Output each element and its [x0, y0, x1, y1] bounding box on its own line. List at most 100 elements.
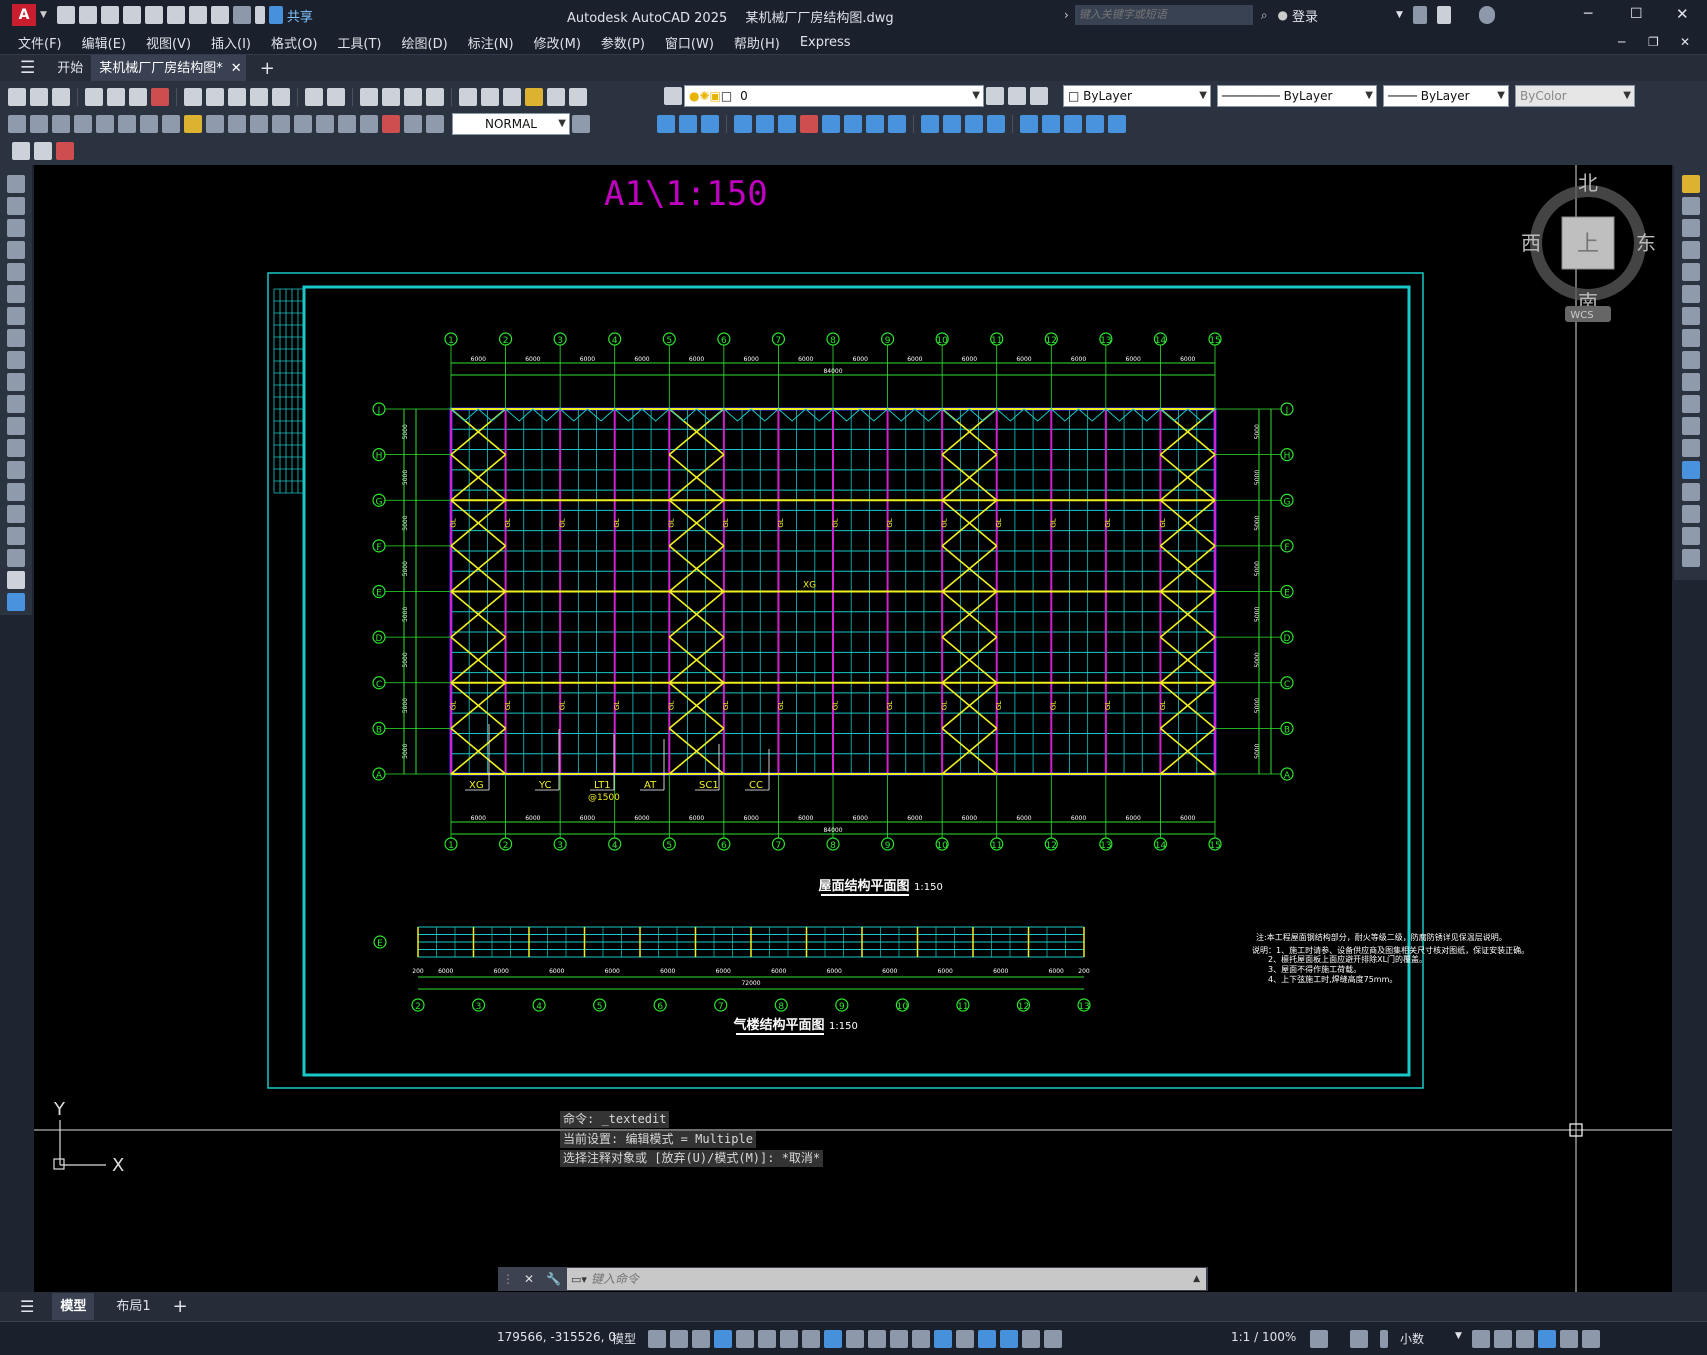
viewcube-north[interactable]: 北 [1578, 171, 1598, 195]
units-icon[interactable] [1380, 1330, 1388, 1348]
print-icon[interactable] [85, 88, 103, 106]
jogged-linear-icon[interactable] [360, 115, 378, 133]
slice-icon[interactable] [1064, 115, 1082, 133]
ellipse-icon[interactable] [7, 373, 25, 391]
circle-icon[interactable] [7, 307, 25, 325]
login-label[interactable]: 登录 [1292, 6, 1318, 25]
break-point-icon[interactable] [1681, 417, 1700, 435]
lineweight-icon[interactable] [846, 1330, 864, 1348]
dim-angular-icon[interactable] [162, 115, 180, 133]
preview-icon[interactable] [107, 88, 125, 106]
selection-cycling-icon[interactable] [890, 1330, 908, 1348]
stretch-icon[interactable] [1681, 351, 1700, 369]
tab-document[interactable]: 某机械厂厂房结构图* ✕ [91, 54, 246, 82]
point-icon[interactable] [7, 461, 25, 479]
table-icon[interactable] [7, 549, 25, 567]
menu-help[interactable]: 帮助(H) [724, 33, 790, 52]
viewcube[interactable]: 上 北 南 东 西 WCS [1521, 171, 1656, 322]
dim-update-icon[interactable] [426, 115, 444, 133]
add-selected-icon[interactable] [7, 593, 25, 611]
dim-text-edit-icon[interactable] [404, 115, 422, 133]
menu-draw[interactable]: 绘图(D) [392, 33, 458, 52]
break-icon[interactable] [1681, 439, 1700, 457]
offset-icon[interactable] [1681, 241, 1700, 259]
menu-window[interactable]: 窗口(W) [655, 33, 724, 52]
save-as-icon[interactable] [122, 6, 141, 24]
menu-dimension[interactable]: 标注(N) [458, 33, 524, 52]
dynamic-input-icon[interactable] [714, 1330, 732, 1348]
doc-minimize-icon[interactable]: ─ [1618, 35, 1625, 49]
tab-layout1[interactable]: 布局1 [108, 1293, 158, 1320]
properties-icon[interactable] [459, 88, 477, 106]
dim-jogged-icon[interactable] [118, 115, 136, 133]
menu-insert[interactable]: 插入(I) [201, 33, 261, 52]
dim-linear-icon[interactable] [8, 115, 26, 133]
quick-properties-icon[interactable] [1472, 1330, 1490, 1348]
hardware-acceleration-icon[interactable] [1538, 1330, 1556, 1348]
annotation-scale-value[interactable]: 1:1 / 100% [1231, 1330, 1296, 1344]
zoom-window-icon[interactable] [404, 88, 422, 106]
section-icon[interactable] [1042, 115, 1060, 133]
doc-restore-icon[interactable]: ❐ [1648, 35, 1659, 49]
gradient-icon[interactable] [7, 505, 25, 523]
calculator-icon[interactable] [547, 88, 565, 106]
dim-edit-icon[interactable] [382, 115, 400, 133]
add-layout-icon[interactable]: + [173, 1296, 188, 1317]
menu-express[interactable]: Express [790, 35, 861, 50]
annotation-monitor-icon[interactable] [1350, 1330, 1368, 1348]
workspace-icon[interactable] [12, 142, 30, 160]
help-toolbar-icon[interactable] [569, 88, 587, 106]
tab-model[interactable]: 模型 [52, 1293, 95, 1320]
menu-modify[interactable]: 修改(M) [524, 33, 591, 52]
mtext-icon[interactable] [7, 571, 25, 589]
maximize-icon[interactable]: ☐ [1630, 6, 1643, 22]
menu-parametric[interactable]: 参数(P) [591, 33, 655, 52]
move-faces-icon[interactable] [756, 115, 774, 133]
arc-icon[interactable] [7, 285, 25, 303]
isodraft-icon[interactable] [780, 1330, 798, 1348]
isolate-objects-icon[interactable] [1516, 1330, 1534, 1348]
scale-icon[interactable] [1681, 329, 1700, 347]
line-icon[interactable] [7, 175, 25, 193]
undo-icon[interactable] [210, 6, 229, 24]
insert-block-icon[interactable] [7, 417, 25, 435]
revcloud-icon[interactable] [7, 329, 25, 347]
rotate-icon[interactable] [1681, 307, 1700, 325]
command-history-toggle-icon[interactable]: ▲ [1193, 1274, 1200, 1284]
polyline-icon[interactable] [7, 219, 25, 237]
command-input[interactable] [590, 1272, 1194, 1286]
command-customize-icon[interactable]: 🔧 [546, 1272, 561, 1286]
join-icon[interactable] [1681, 461, 1700, 479]
explode-icon[interactable] [1681, 549, 1700, 567]
offset-faces-icon[interactable] [778, 115, 796, 133]
check-icon[interactable] [1020, 115, 1038, 133]
search-input[interactable] [1074, 5, 1253, 25]
undo-toolbar-icon[interactable] [305, 88, 323, 106]
dim-arc-icon[interactable] [52, 115, 70, 133]
inspection-icon[interactable] [338, 115, 356, 133]
viewcube-east[interactable]: 东 [1636, 231, 1656, 255]
plot-icon[interactable] [188, 6, 207, 24]
3d-osnap-icon[interactable] [912, 1330, 930, 1348]
user-icon[interactable]: ● [1278, 8, 1288, 22]
plotstyle-dropdown[interactable]: ByColor ▼ [1515, 85, 1635, 107]
ortho-icon[interactable] [736, 1330, 754, 1348]
dimstyle-dropdown[interactable]: NORMAL ▼ [452, 113, 570, 135]
color-dropdown[interactable]: □ ByLayer ▼ [1063, 85, 1211, 107]
new-file-icon[interactable] [56, 6, 75, 24]
redo-icon[interactable] [232, 6, 251, 24]
minimize-icon[interactable]: ─ [1584, 6, 1592, 22]
dim-style-icon[interactable] [572, 115, 590, 133]
paste-icon[interactable] [228, 88, 246, 106]
copy-faces-icon[interactable] [866, 115, 884, 133]
rotate-faces-icon[interactable] [822, 115, 840, 133]
quick-dim-icon[interactable] [184, 115, 202, 133]
hatch-icon[interactable] [7, 483, 25, 501]
shell-icon[interactable] [987, 115, 1005, 133]
trim-icon[interactable] [1681, 373, 1700, 391]
units-chevron-icon[interactable]: ▼ [1455, 1331, 1462, 1341]
rectangle-icon[interactable] [7, 263, 25, 281]
drawing-canvas[interactable]: A1\1:150 1 6000 2 6000 3 6000 4 6000 5 6000 6 6000 7… [34, 165, 1672, 1292]
chamfer-icon[interactable] [1681, 483, 1700, 501]
workspace-switch-icon[interactable] [1310, 1330, 1328, 1348]
